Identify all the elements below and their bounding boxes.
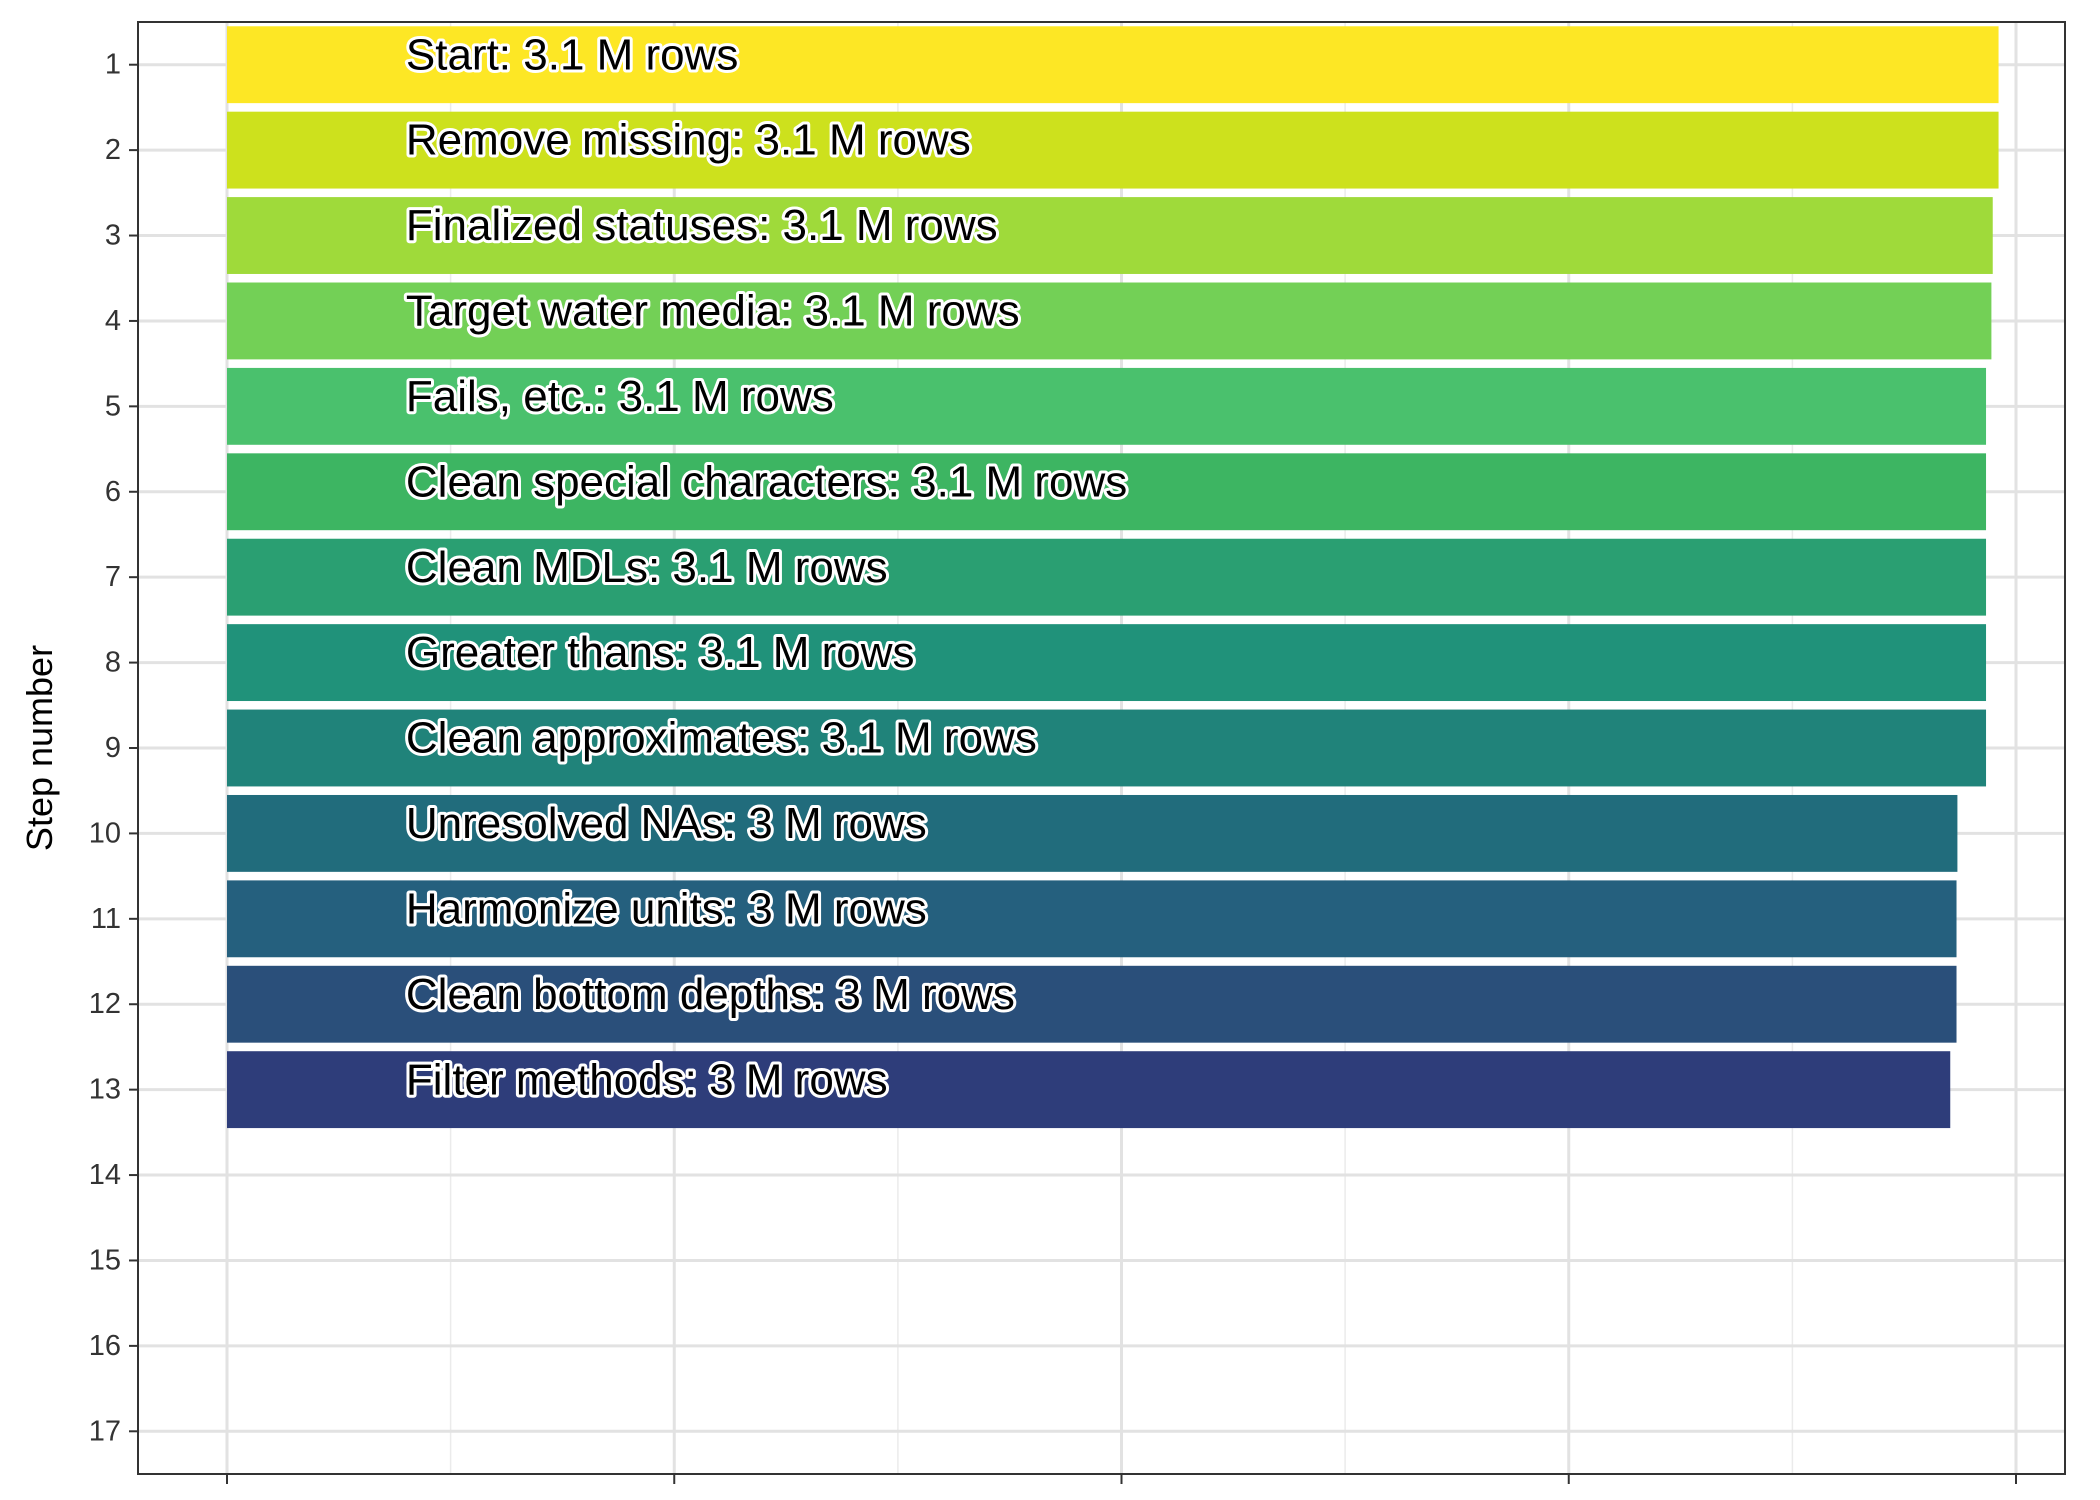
bar-label-step-13: Filter methods: 3 M rows (406, 1055, 888, 1104)
y-tick-label: 3 (105, 220, 121, 252)
y-tick-label: 5 (105, 390, 121, 422)
y-tick-label: 16 (89, 1330, 121, 1362)
y-tick-label: 12 (89, 988, 121, 1020)
bar-label-step-7: Clean MDLs: 3.1 M rows (406, 543, 888, 592)
bar-label-step-4: Target water media: 3.1 M rows (406, 287, 1020, 336)
y-tick-label: 9 (105, 732, 121, 764)
bar-label-step-6: Clean special characters: 3.1 M rows (406, 457, 1127, 506)
y-tick-label: 13 (89, 1074, 121, 1106)
bar-label-step-12: Clean bottom depths: 3 M rows (406, 970, 1015, 1019)
y-tick-label: 4 (105, 305, 121, 337)
bar-label-step-9: Clean approximates: 3.1 M rows (406, 714, 1037, 763)
bar-label-step-10: Unresolved NAs: 3 M rows (406, 799, 927, 848)
y-tick-label: 15 (89, 1244, 121, 1276)
y-tick-label: 11 (91, 903, 121, 935)
y-axis-title: Step number (19, 645, 60, 851)
y-tick-label: 14 (89, 1159, 121, 1191)
y-tick-label: 10 (89, 817, 121, 849)
y-tick-label: 1 (105, 49, 121, 81)
bar-label-step-5: Fails, etc.: 3.1 M rows (406, 372, 834, 421)
bar-label-step-3: Finalized statuses: 3.1 M rows (406, 201, 998, 250)
bar-label-step-8: Greater thans: 3.1 M rows (406, 628, 915, 677)
y-tick-label: 6 (105, 476, 121, 508)
bar-label-step-2: Remove missing: 3.1 M rows (406, 116, 971, 165)
bar-label-step-1: Start: 3.1 M rows (406, 30, 739, 79)
y-tick-label: 17 (89, 1415, 121, 1447)
bar-chart: Start: 3.1 M rows Remove missing: 3.1 M r… (19, 21, 2066, 1484)
y-tick-label: 8 (105, 647, 121, 679)
y-tick-label: 2 (105, 134, 121, 166)
y-tick-label: 7 (105, 561, 121, 593)
bar-label-step-11: Harmonize units: 3 M rows (406, 884, 927, 933)
